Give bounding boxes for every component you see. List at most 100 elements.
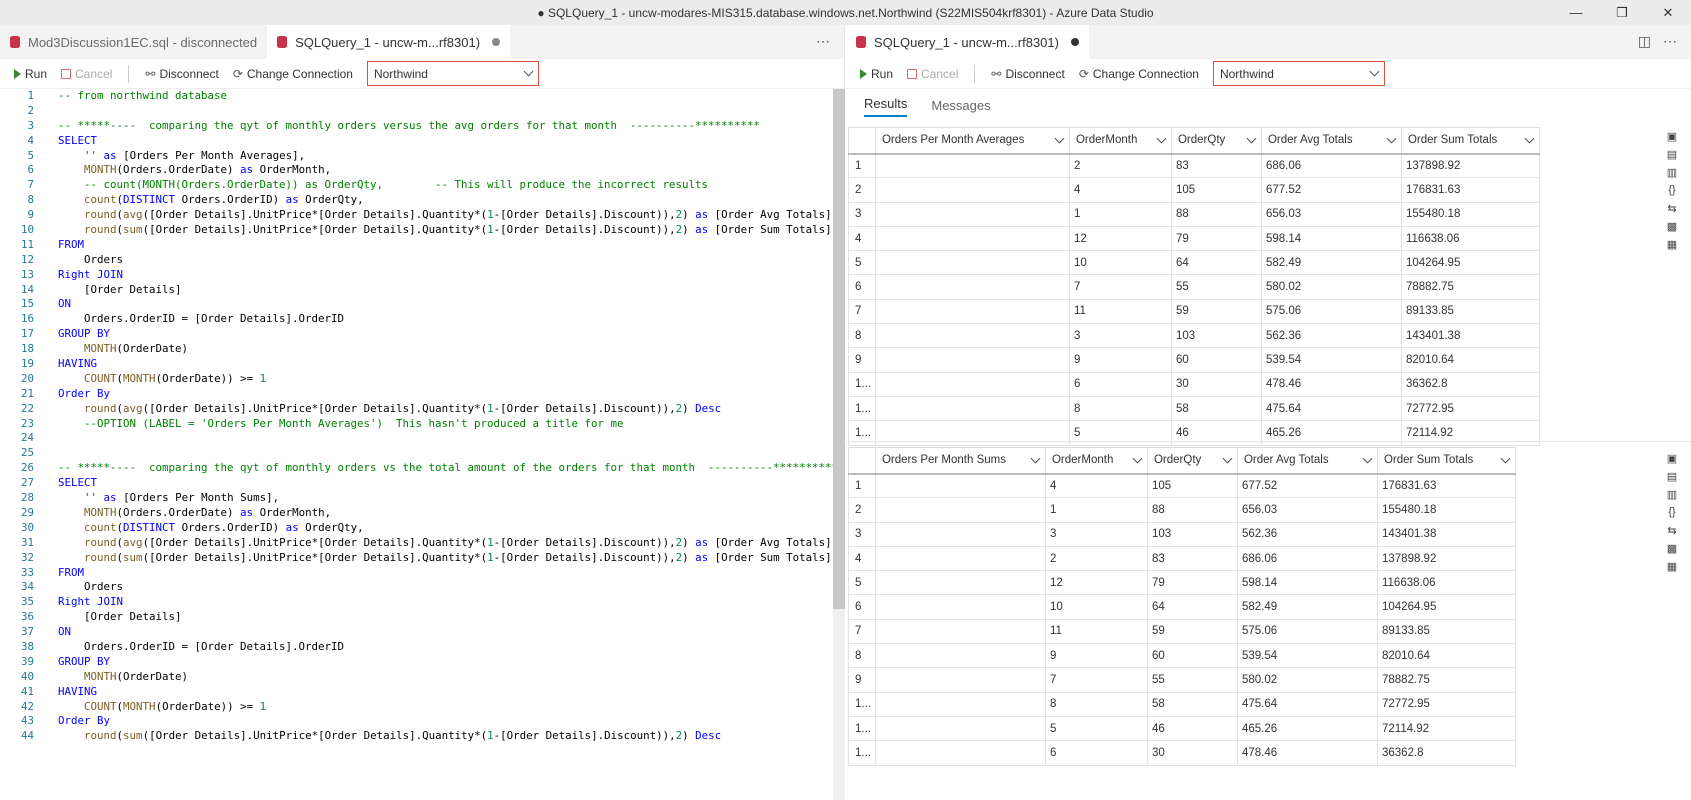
code-line[interactable]: 9 round(avg([Order Details].UnitPrice*[O…	[0, 208, 845, 223]
table-cell[interactable]: 89133.85	[1376, 618, 1516, 645]
code-line[interactable]: 3 -- *****---- comparing the qyt of month…	[0, 119, 845, 134]
code-line[interactable]: 34 Orders	[0, 580, 845, 595]
table-cell[interactable]: 11	[1068, 298, 1172, 325]
table-cell[interactable]: 64	[1146, 594, 1238, 620]
table-cell[interactable]: 475.64	[1236, 691, 1378, 717]
code-line[interactable]: 35 Right JOIN	[0, 595, 845, 610]
table-cell[interactable]: 5	[1044, 715, 1148, 742]
table-cell[interactable]: 478.46	[1260, 371, 1402, 397]
save-as-json-icon[interactable]: ▥	[1665, 487, 1679, 501]
row-number[interactable]: 3	[848, 521, 876, 547]
chevron-down-icon[interactable]	[1246, 133, 1257, 144]
code-line[interactable]: 22 round(avg([Order Details].UnitPrice*[…	[0, 402, 845, 417]
code-line[interactable]: 2	[0, 104, 845, 119]
table-cell[interactable]: 105	[1146, 472, 1238, 499]
table-cell[interactable]: 137898.92	[1376, 545, 1516, 572]
table-cell[interactable]: 12	[1044, 570, 1148, 596]
copy-icon[interactable]: ⇆	[1665, 201, 1679, 215]
table-cell[interactable]	[874, 618, 1046, 645]
table-cell[interactable]: 580.02	[1260, 274, 1402, 300]
column-header[interactable]: Orders Per Month Sums	[874, 447, 1046, 475]
code-line[interactable]: 18 MONTH(OrderDate)	[0, 342, 845, 357]
table-cell[interactable]: 55	[1170, 274, 1262, 300]
code-line[interactable]: 15 ON	[0, 297, 845, 312]
table-cell[interactable]: 6	[1044, 740, 1148, 766]
table-cell[interactable]: 575.06	[1260, 298, 1402, 325]
table-cell[interactable]: 72772.95	[1400, 395, 1540, 422]
table-cell[interactable]: 82010.64	[1400, 347, 1540, 373]
code-line[interactable]: 31 round(avg([Order Details].UnitPrice*[…	[0, 536, 845, 551]
tab-results[interactable]: Results	[864, 96, 908, 117]
table-cell[interactable]: 2	[1068, 152, 1172, 179]
split-editor-icon[interactable]: ◫	[1638, 33, 1651, 50]
cancel-button[interactable]: Cancel	[903, 67, 962, 81]
chevron-down-icon[interactable]	[1500, 453, 1511, 464]
tab-mod3discussion[interactable]: Mod3Discussion1EC.sql - disconnected	[0, 25, 267, 59]
code-line[interactable]: 26 -- *****---- comparing the qyt of mont…	[0, 461, 845, 476]
table-cell[interactable]	[874, 667, 1046, 693]
code-line[interactable]: 27 SELECT	[0, 476, 845, 491]
column-header[interactable]: Order Sum Totals	[1400, 127, 1540, 155]
row-number[interactable]: 5	[848, 250, 876, 276]
table-cell[interactable]	[874, 152, 1070, 179]
code-line[interactable]: 4 SELECT	[0, 134, 845, 149]
table-cell[interactable]	[874, 691, 1046, 717]
row-number[interactable]: 2	[848, 177, 876, 203]
table-row[interactable]: 8 9 60 539.54 82010.64	[848, 643, 1516, 669]
chevron-down-icon[interactable]	[1386, 133, 1397, 144]
code-line[interactable]: 30 count(DISTINCT Orders.OrderID) as Ord…	[0, 521, 845, 536]
table-row[interactable]: 1 4 105 677.52 176831.63	[848, 472, 1516, 499]
column-header[interactable]: Order Avg Totals	[1236, 447, 1378, 475]
column-header[interactable]: Orders Per Month Averages	[874, 127, 1070, 155]
table-cell[interactable]: 10	[1068, 250, 1172, 276]
code-line[interactable]: 28 '' as [Orders Per Month Sums],	[0, 491, 845, 506]
row-number[interactable]: 4	[848, 545, 876, 572]
chevron-down-icon[interactable]	[1156, 133, 1167, 144]
table-cell[interactable]: 539.54	[1236, 643, 1378, 669]
table-cell[interactable]: 8	[1044, 691, 1148, 717]
results-grid-sums[interactable]: Orders Per Month Sums OrderMonth OrderQty O…	[848, 447, 1516, 766]
table-cell[interactable]: 58	[1170, 395, 1262, 422]
code-line[interactable]: 23 --OPTION (LABEL = 'Orders Per Month A…	[0, 417, 845, 432]
row-number[interactable]: 5	[848, 570, 876, 596]
table-row[interactable]: 6 10 64 582.49 104264.95	[848, 594, 1516, 620]
table-cell[interactable]	[874, 298, 1070, 325]
table-cell[interactable]: 137898.92	[1400, 152, 1540, 179]
row-number[interactable]: 6	[848, 274, 876, 300]
table-cell[interactable]: 88	[1146, 497, 1238, 523]
code-line[interactable]: 8 count(DISTINCT Orders.OrderID) as Orde…	[0, 193, 845, 208]
column-header[interactable]: OrderMonth	[1044, 447, 1148, 475]
code-line[interactable]: 11 FROM	[0, 238, 845, 253]
save-as-csv-icon[interactable]: ▣	[1665, 129, 1679, 143]
table-cell[interactable]: 677.52	[1236, 472, 1378, 499]
table-cell[interactable]: 4	[1068, 177, 1172, 203]
minimize-icon[interactable]: —	[1553, 0, 1599, 25]
row-number[interactable]: 2	[848, 497, 876, 523]
row-number[interactable]: 1...	[848, 715, 876, 742]
code-line[interactable]: 16 Orders.OrderID = [Order Details].Orde…	[0, 312, 845, 327]
editor-scrollbar[interactable]	[833, 89, 845, 800]
table-cell[interactable]: 46	[1146, 715, 1238, 742]
table-cell[interactable]	[874, 225, 1070, 252]
unsaved-dot-icon[interactable]	[1070, 38, 1079, 46]
table-cell[interactable]: 116638.06	[1400, 225, 1540, 252]
chevron-down-icon[interactable]	[1054, 133, 1065, 144]
table-cell[interactable]	[874, 570, 1046, 596]
table-cell[interactable]	[874, 594, 1046, 620]
chart-icon[interactable]: ▩	[1665, 219, 1679, 233]
table-row[interactable]: 7 11 59 575.06 89133.85	[848, 298, 1540, 325]
table-cell[interactable]	[874, 177, 1070, 203]
table-row[interactable]: 3 3 103 562.36 143401.38	[848, 521, 1516, 547]
table-cell[interactable]	[874, 740, 1046, 766]
change-connection-button[interactable]: ⟳ Change Connection	[1075, 67, 1203, 81]
table-cell[interactable]: 30	[1146, 740, 1238, 766]
table-cell[interactable]: 82010.64	[1376, 643, 1516, 669]
table-row[interactable]: 9 9 60 539.54 82010.64	[848, 347, 1540, 373]
column-header[interactable]: Order Sum Totals	[1376, 447, 1516, 475]
table-cell[interactable]: 88	[1170, 201, 1262, 227]
table-cell[interactable]: 6	[1068, 371, 1172, 397]
table-cell[interactable]: 598.14	[1236, 570, 1378, 596]
table-cell[interactable]: 580.02	[1236, 667, 1378, 693]
table-cell[interactable]: 83	[1146, 545, 1238, 572]
code-line[interactable]: 20 COUNT(MONTH(OrderDate)) >= 1	[0, 372, 845, 387]
